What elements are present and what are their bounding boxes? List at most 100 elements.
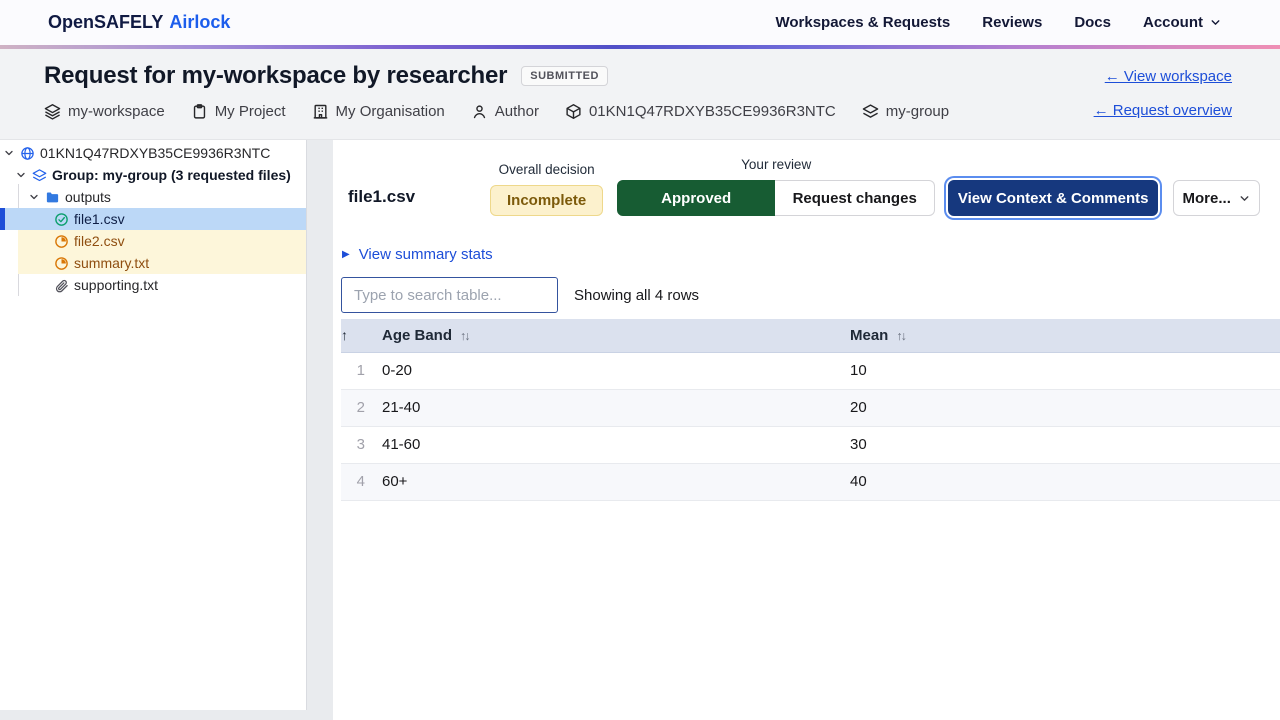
meta-request-id-label: 01KN1Q47RDXYB35CE9936R3NTC <box>589 103 836 120</box>
cell-mean: 30 <box>838 426 1280 463</box>
row-number: 3 <box>341 426 370 463</box>
tree-folder-label: outputs <box>65 189 111 205</box>
top-navbar: OpenSAFELY Airlock Workspaces & Requests… <box>0 0 1280 45</box>
request-changes-button[interactable]: Request changes <box>775 180 935 216</box>
nav-workspaces-requests[interactable]: Workspaces & Requests <box>775 14 950 31</box>
rows-count-status: Showing all 4 rows <box>574 287 699 304</box>
chevron-down-icon[interactable] <box>28 191 40 203</box>
your-review-block: Your review Approved Request changes <box>617 157 935 216</box>
cell-mean: 40 <box>838 463 1280 500</box>
status-badge: SUBMITTED <box>521 66 608 86</box>
tree-file-label: file1.csv <box>74 211 125 227</box>
meta-author-label: Author <box>495 103 539 120</box>
request-overview-link[interactable]: ← Request overview <box>1094 102 1232 119</box>
brand-airlock: Airlock <box>169 12 230 33</box>
tree-item-request-root[interactable]: 01KN1Q47RDXYB35CE9936R3NTC <box>0 142 306 164</box>
overall-decision-badge: Incomplete <box>490 185 603 216</box>
view-workspace-link[interactable]: ← View workspace <box>1105 68 1232 85</box>
column-header-age-band[interactable]: Age Band↑↓ <box>370 319 838 352</box>
row-number: 2 <box>341 389 370 426</box>
sort-ascending-icon: ↑ <box>341 327 348 343</box>
tree-item-file2[interactable]: file2.csv <box>0 230 306 252</box>
meta-workspace-label: my-workspace <box>68 103 165 120</box>
meta-group-label: my-group <box>886 103 949 120</box>
building-icon <box>312 103 329 120</box>
column-header-mean[interactable]: Mean ↑↓ <box>838 319 1280 352</box>
review-button-group: Approved Request changes <box>617 180 935 216</box>
overall-decision-block: Overall decision Incomplete <box>490 162 603 216</box>
sort-toggle-icon[interactable]: ↑↓ <box>460 329 469 343</box>
meta-request-id: 01KN1Q47RDXYB35CE9936R3NTC <box>565 103 836 120</box>
tree-group-label: Group: my-group (3 requested files) <box>52 167 291 183</box>
nav-reviews[interactable]: Reviews <box>982 14 1042 31</box>
file-title: file1.csv <box>348 187 490 216</box>
row-number: 4 <box>341 463 370 500</box>
tree-root-label: 01KN1Q47RDXYB35CE9936R3NTC <box>40 145 270 161</box>
panel-resize-gutter[interactable]: 01KN1Q47RDXYB35CE9936R3NTC Group: my-gro… <box>0 140 333 720</box>
file-detail-panel: file1.csv Overall decision Incomplete Yo… <box>333 140 1280 720</box>
request-meta-row: my-workspace My Project My Organisation … <box>44 103 1232 120</box>
pending-review-icon <box>54 256 69 271</box>
row-number: 1 <box>341 352 370 389</box>
brand-logo[interactable]: OpenSAFELY Airlock <box>48 12 230 33</box>
nav-links: Workspaces & Requests Reviews Docs Accou… <box>775 14 1222 31</box>
approved-check-icon <box>54 212 69 227</box>
meta-workspace: my-workspace <box>44 103 165 120</box>
view-context-comments-button[interactable]: View Context & Comments <box>948 180 1158 216</box>
paperclip-icon <box>54 278 69 293</box>
cell-age-band: 41-60 <box>370 426 838 463</box>
tree-item-group[interactable]: Group: my-group (3 requested files) <box>0 164 306 186</box>
more-button-label: More... <box>1183 190 1231 207</box>
tree-item-summary[interactable]: summary.txt <box>0 252 306 274</box>
table-body: 1 0-20 10 2 21-40 20 3 41-60 30 4 60+ <box>341 352 1280 500</box>
file-tree-panel: 01KN1Q47RDXYB35CE9936R3NTC Group: my-gro… <box>0 140 307 710</box>
nav-account-menu[interactable]: Account <box>1143 14 1222 31</box>
cell-mean: 20 <box>838 389 1280 426</box>
brand-opensafely: OpenSAFELY <box>48 12 163 33</box>
view-summary-stats-label: View summary stats <box>359 246 493 263</box>
cell-age-band: 0-20 <box>370 352 838 389</box>
sort-toggle-icon[interactable]: ↑↓ <box>896 329 905 343</box>
tree-file-label: summary.txt <box>74 255 149 271</box>
header-links: ← View workspace ← Request overview <box>1094 68 1232 119</box>
data-table: ↑ Age Band↑↓ Mean ↑↓ 1 0-20 10 2 <box>341 319 1280 501</box>
project-icon <box>191 103 208 120</box>
table-row: 1 0-20 10 <box>341 352 1280 389</box>
nav-docs[interactable]: Docs <box>1074 14 1111 31</box>
tree-item-outputs-folder[interactable]: outputs <box>0 186 306 208</box>
cell-age-band: 21-40 <box>370 389 838 426</box>
folder-icon <box>45 190 60 205</box>
cell-age-band: 60+ <box>370 463 838 500</box>
file-toolbar: file1.csv Overall decision Incomplete Yo… <box>341 157 1280 216</box>
cube-icon <box>565 103 582 120</box>
file-tree: 01KN1Q47RDXYB35CE9936R3NTC Group: my-gro… <box>0 140 306 296</box>
table-header: ↑ Age Band↑↓ Mean ↑↓ <box>341 319 1280 352</box>
user-icon <box>471 103 488 120</box>
chevron-down-icon <box>1209 16 1222 29</box>
more-button[interactable]: More... <box>1173 180 1260 216</box>
your-review-label: Your review <box>617 157 935 172</box>
pending-review-icon <box>54 234 69 249</box>
overall-decision-label: Overall decision <box>490 162 603 177</box>
meta-organisation-label: My Organisation <box>336 103 445 120</box>
chevron-down-icon[interactable] <box>15 169 27 181</box>
table-search-input[interactable] <box>341 277 558 313</box>
meta-organisation: My Organisation <box>312 103 445 120</box>
table-row: 3 41-60 30 <box>341 426 1280 463</box>
chevron-down-icon[interactable] <box>3 147 15 159</box>
table-row: 4 60+ 40 <box>341 463 1280 500</box>
tree-file-label: file2.csv <box>74 233 125 249</box>
page-title: Request for my-workspace by researcher <box>44 62 507 90</box>
table-row: 2 21-40 20 <box>341 389 1280 426</box>
meta-group: my-group <box>862 103 949 120</box>
tree-file-label: supporting.txt <box>74 277 158 293</box>
view-summary-stats-toggle[interactable]: ▶ View summary stats <box>342 246 493 263</box>
layers-icon <box>44 103 61 120</box>
request-icon <box>20 146 35 161</box>
tree-item-file1[interactable]: file1.csv <box>0 208 306 230</box>
tree-item-supporting[interactable]: supporting.txt <box>0 274 306 296</box>
row-number-sort-header[interactable]: ↑ <box>341 319 370 352</box>
column-label: Mean <box>838 327 888 344</box>
expand-triangle-icon: ▶ <box>342 250 350 260</box>
approved-button[interactable]: Approved <box>617 180 775 216</box>
